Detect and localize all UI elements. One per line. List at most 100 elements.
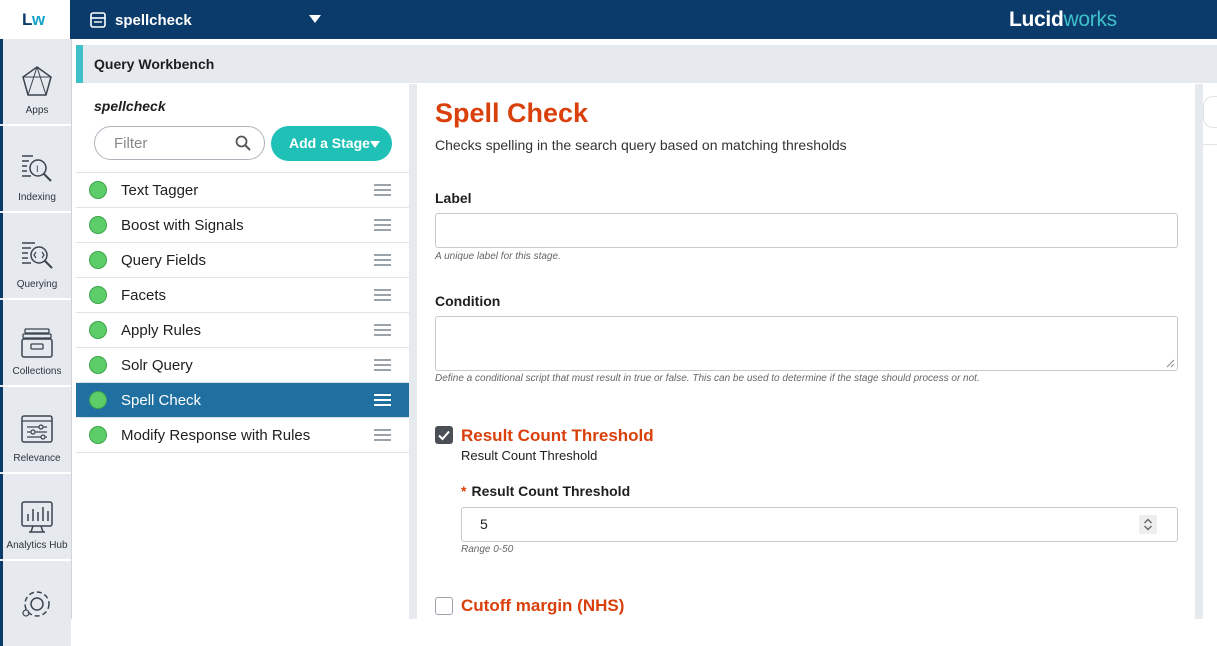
drag-handle-icon[interactable] [374,219,391,231]
status-enabled-icon [89,286,107,304]
stage-name: Modify Response with Rules [121,427,311,444]
chevron-down-icon [370,141,380,148]
result-count-value: 5 [480,516,488,532]
app-selector[interactable]: spellcheck [90,9,321,31]
condition-hint: Define a conditional script that must re… [435,373,980,384]
label-hint: A unique label for this stage. [435,251,561,262]
status-enabled-icon [89,426,107,444]
stage-item-solr-query[interactable]: Solr Query [76,348,409,383]
relevance-icon [21,415,53,443]
nav-label: Querying [16,279,58,290]
checkmark-icon [438,430,450,441]
stage-filter[interactable] [94,126,265,160]
stage-name: Spell Check [121,392,202,409]
drag-handle-icon[interactable] [374,394,391,406]
cutoff-margin-checkbox[interactable] [435,597,453,615]
add-stage-label: Add a Stage [289,135,370,151]
drag-handle-icon[interactable] [374,429,391,441]
nav-item-analytics-hub[interactable]: Analytics Hub [0,474,71,559]
status-enabled-icon [89,216,107,234]
drag-handle-icon[interactable] [374,184,391,196]
stage-name: Text Tagger [121,182,199,199]
logo-text: Lw [22,10,45,29]
nav-label: Collections [12,366,62,377]
top-bar: Lw spellcheck Lucidworks [0,0,1217,39]
stage-item-text-tagger[interactable]: Text Tagger [76,173,409,208]
nav-item-settings[interactable] [0,561,71,646]
add-stage-button[interactable]: Add a Stage [271,126,392,161]
collections-icon [21,328,53,358]
stage-item-facets[interactable]: Facets [76,278,409,313]
nav-item-relevance[interactable]: Relevance [0,387,71,472]
indexing-icon: I [22,155,52,182]
pipeline-panel: spellcheck Add a Stage Text Tagger Boost… [76,84,409,619]
status-enabled-icon [89,356,107,374]
stage-name: Query Fields [121,252,207,269]
cutoff-margin-title[interactable]: Cutoff margin (NHS) [461,596,624,616]
workbench-title: Query Workbench [94,56,215,72]
nav-item-collections[interactable]: Collections [0,300,71,385]
resize-grip-icon[interactable] [1165,358,1175,368]
lucidworks-logo[interactable]: Lw [0,0,70,39]
divider [1203,144,1217,145]
status-enabled-icon [89,391,107,409]
nav-item-apps[interactable]: Apps [0,39,71,124]
pipeline-name: spellcheck [94,98,166,114]
nav-item-indexing[interactable]: I Indexing [0,126,71,211]
apps-icon [22,66,52,96]
stage-item-boost-with-signals[interactable]: Boost with Signals [76,208,409,243]
drag-handle-icon[interactable] [374,324,391,336]
stage-name: Apply Rules [121,322,202,339]
app-dropdown-caret-icon[interactable] [309,15,321,23]
workbench-header: Query Workbench [76,45,1217,83]
label-field-label: Label [435,190,472,206]
stage-title: Spell Check [435,98,589,128]
stage-description: Checks spelling in the search query base… [435,137,847,153]
result-count-title[interactable]: Result Count Threshold [461,426,654,446]
nav-label: Analytics Hub [6,540,68,551]
querying-icon [22,242,53,269]
collapse-panel-tab[interactable] [1203,96,1217,128]
filter-input[interactable] [112,134,226,153]
stage-name: Boost with Signals [121,217,244,234]
result-count-field-label: * Result Count Threshold [461,483,631,499]
search-icon[interactable] [235,135,251,151]
required-marker: * [461,483,467,499]
stepper-arrows-icon[interactable] [1139,515,1157,534]
left-nav: Apps I Indexing Querying Collections Rel… [0,39,72,646]
result-count-input[interactable]: 5 [461,507,1178,542]
nav-label: Apps [25,105,49,116]
status-enabled-icon [89,321,107,339]
number-stepper[interactable] [1139,515,1157,534]
drag-handle-icon[interactable] [374,359,391,371]
panel-divider [409,84,417,619]
app-name: spellcheck [115,11,192,29]
stage-item-query-fields[interactable]: Query Fields [76,243,409,278]
drag-handle-icon[interactable] [374,254,391,266]
stage-config-panel: Spell Check Checks spelling in the searc… [417,84,1195,619]
condition-textarea[interactable] [435,316,1178,371]
nav-label: Relevance [13,453,61,464]
result-count-subtitle: Result Count Threshold [461,448,598,463]
label-input[interactable] [435,213,1178,248]
condition-field-label: Condition [435,293,501,309]
stage-item-modify-response-with-rules[interactable]: Modify Response with Rules [76,418,409,453]
status-enabled-icon [89,251,107,269]
status-enabled-icon [89,181,107,199]
stage-name: Facets [121,287,167,304]
brand-wordmark: Lucidworks [1009,8,1117,31]
svg-text:I: I [36,165,39,175]
stage-list: Text Tagger Boost with Signals Query Fie… [76,172,409,453]
stage-item-apply-rules[interactable]: Apply Rules [76,313,409,348]
stage-name: Solr Query [121,357,193,374]
panel-divider [1195,84,1203,619]
right-side-panel [1203,84,1217,619]
nav-label: Indexing [18,192,56,203]
drag-handle-icon[interactable] [374,289,391,301]
analytics-hub-icon [21,501,53,533]
settings-gear-icon [22,591,50,617]
app-stack-icon [90,12,106,28]
stage-item-spell-check[interactable]: Spell Check [76,383,409,418]
nav-item-querying[interactable]: Querying [0,213,71,298]
result-count-checkbox[interactable] [435,426,453,444]
